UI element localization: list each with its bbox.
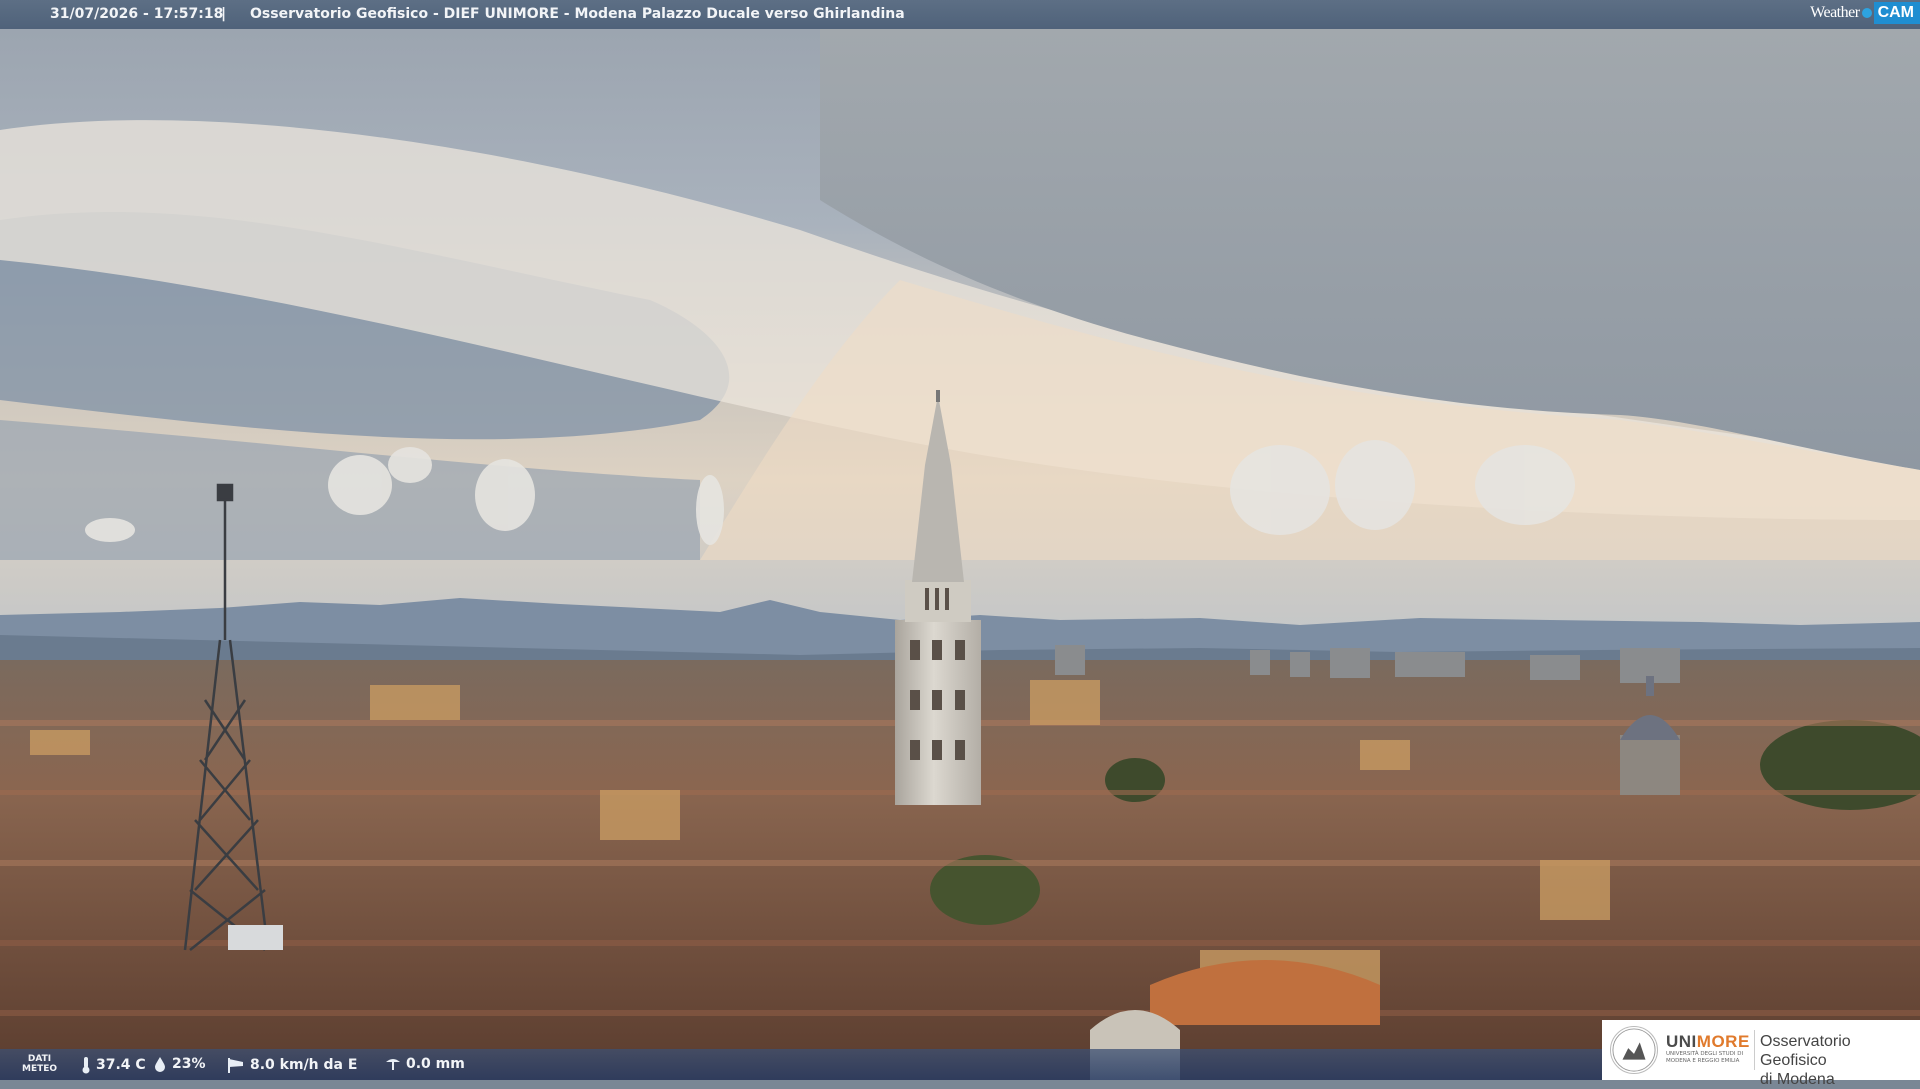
rain-gauge-icon xyxy=(386,1059,400,1070)
more-text: MORE xyxy=(1696,1032,1750,1051)
unimore-observatory-logo: UNIMORE UNIVERSITÀ DEGLI STUDI DI MODENA… xyxy=(1602,1020,1920,1088)
rain-reading: 0.0 mm xyxy=(384,1056,465,1072)
humidity-value: 23% xyxy=(172,1056,206,1072)
weather-data-bar: DATI METEO 37.4 C 23% 8.0 km/h da E 0.0 … xyxy=(0,1049,1602,1080)
dati-meteo-label: DATI METEO xyxy=(22,1054,57,1074)
temperature-value: 37.4 C xyxy=(96,1057,146,1073)
brand-cam: CAM xyxy=(1873,2,1920,24)
temperature-reading: 37.4 C xyxy=(80,1056,146,1074)
wind-value: 8.0 km/h da E xyxy=(250,1057,358,1073)
rain-value: 0.0 mm xyxy=(406,1056,465,1072)
humidity-reading: 23% xyxy=(152,1056,206,1072)
wind-reading: 8.0 km/h da E xyxy=(226,1056,357,1074)
logo-divider xyxy=(1754,1030,1755,1070)
brand-word: Weather xyxy=(1810,4,1860,21)
dati-label-line2: METEO xyxy=(22,1064,58,1074)
brand-dot-icon xyxy=(1861,8,1872,18)
timestamp: 31/07/2026 - 17:57:18 xyxy=(50,6,224,22)
trees xyxy=(1105,758,1165,802)
observatory-line1: Osservatorio Geofisico xyxy=(1760,1033,1851,1069)
observatory-name: Osservatorio Geofisico di Modena xyxy=(1760,1032,1920,1089)
top-info-bar: 31/07/2026 - 17:57:18 | Osservatorio Geo… xyxy=(0,0,1920,29)
uni-text: UNI xyxy=(1666,1032,1697,1051)
humidity-drop-icon xyxy=(155,1057,165,1072)
camera-title: Osservatorio Geofisico - DIEF UNIMORE - … xyxy=(250,6,905,22)
webcam-view xyxy=(0,0,1920,1080)
thermometer-icon xyxy=(82,1057,90,1074)
title-separator: | xyxy=(221,6,227,22)
antenna-cabinet xyxy=(228,925,283,950)
unimore-crest-icon xyxy=(1610,1026,1658,1074)
unimore-subtitle: UNIVERSITÀ DEGLI STUDI DI MODENA E REGGI… xyxy=(1666,1051,1744,1064)
unimore-wordmark: UNIMORE xyxy=(1666,1032,1750,1052)
wind-sock-icon xyxy=(228,1058,243,1073)
weathercam-logo: Weather CAM xyxy=(1810,0,1920,26)
dati-label-line1: DATI xyxy=(27,1054,52,1064)
